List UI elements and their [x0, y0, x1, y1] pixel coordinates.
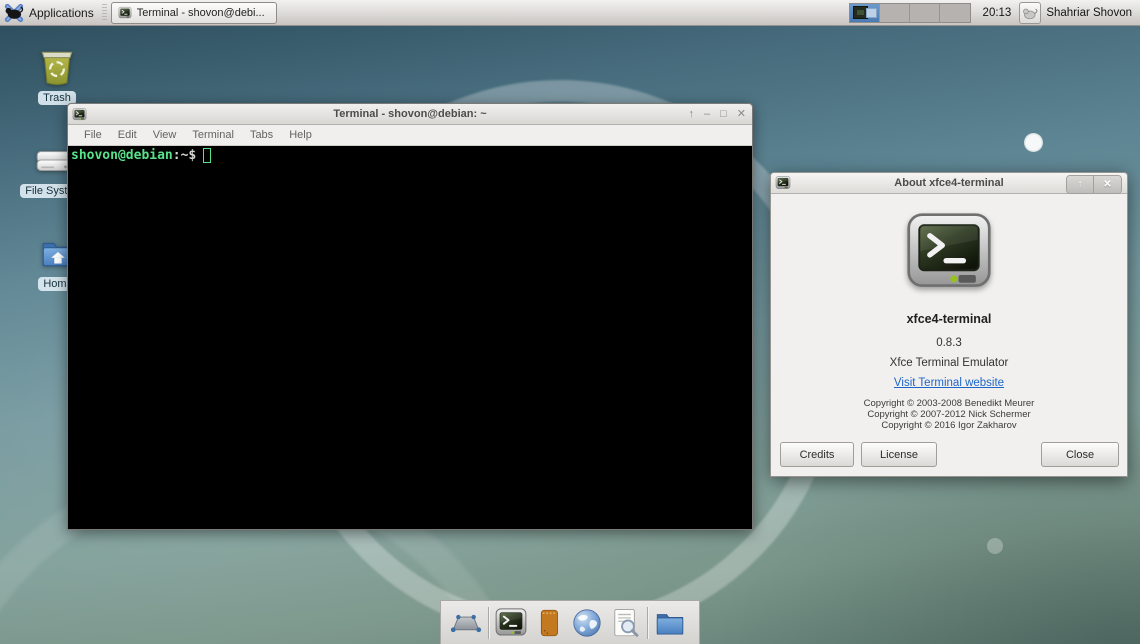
close-icon[interactable]: ✕	[1094, 176, 1121, 193]
terminal-window: Terminal - shovon@debian: ~ ↑ – □ ✕ File…	[67, 103, 753, 530]
user-name-label[interactable]: Shahriar Shovon	[1046, 7, 1132, 19]
show-desktop-icon	[449, 606, 483, 640]
xfce-mouse-logo-icon	[4, 3, 24, 23]
wallpaper-dot	[987, 538, 1003, 554]
terminal-titlebar[interactable]: Terminal - shovon@debian: ~ ↑ – □ ✕	[68, 104, 752, 125]
terminal-launcher[interactable]	[492, 604, 530, 642]
prompt-dollar: $	[188, 148, 196, 163]
trash-icon	[36, 46, 78, 88]
workspace-2[interactable]	[880, 4, 910, 22]
about-dialog-body: xfce4-terminal 0.8.3 Xfce Terminal Emula…	[771, 195, 1127, 476]
shell-prompt: shovon@debian:~$	[71, 148, 749, 163]
terminal-window-title: Terminal - shovon@debian: ~	[68, 108, 752, 120]
about-dialog-titlebar[interactable]: About xfce4-terminal ↑ ✕	[771, 173, 1127, 194]
application-finder-launcher[interactable]	[606, 604, 644, 642]
workspace-3[interactable]	[910, 4, 940, 22]
user-mouse-icon	[1022, 5, 1039, 22]
wallpaper-dot	[1024, 133, 1043, 152]
taskbar-terminal-button[interactable]: Terminal - shovon@debi...	[111, 2, 277, 24]
prompt-user-host: shovon@debian	[71, 148, 173, 163]
terminal-menubar: File Edit View Terminal Tabs Help	[68, 125, 752, 146]
taskbar-button-label: Terminal - shovon@debi...	[137, 7, 265, 19]
top-panel: Applications Terminal - shovon@debi... 2…	[0, 0, 1140, 26]
prompt-colon: :	[173, 148, 181, 163]
applications-menu-label: Applications	[29, 6, 94, 20]
terminal-cursor	[203, 148, 211, 163]
dock-separator	[488, 607, 489, 639]
user-action-button[interactable]	[1019, 2, 1041, 24]
terminal-icon	[118, 6, 132, 20]
workspace-1-active[interactable]	[850, 4, 880, 22]
dock-separator	[647, 607, 648, 639]
menu-view[interactable]: View	[145, 129, 185, 141]
web-browser-globe-icon	[570, 606, 604, 640]
show-desktop-button[interactable]	[447, 604, 485, 642]
menu-terminal[interactable]: Terminal	[184, 129, 242, 141]
xfce4-terminal-app-icon	[903, 207, 995, 304]
copyright-line: Copyright © 2016 Igor Zakharov	[771, 420, 1127, 431]
menu-edit[interactable]: Edit	[110, 129, 145, 141]
terminal-content[interactable]: shovon@debian:~$	[68, 146, 752, 529]
desktop-screen: Trash File System Home Terminal - shovon…	[0, 0, 1140, 644]
menu-help[interactable]: Help	[281, 129, 320, 141]
app-version: 0.8.3	[771, 337, 1127, 349]
file-case-launcher[interactable]	[530, 604, 568, 642]
close-button[interactable]: Close	[1041, 442, 1119, 467]
workspace-switcher	[849, 3, 971, 23]
about-dialog: About xfce4-terminal ↑ ✕ xfce4-terminal …	[770, 172, 1128, 477]
menu-file[interactable]: File	[76, 129, 110, 141]
prompt-path: ~	[181, 148, 189, 163]
file-manager-folder-icon	[653, 606, 687, 640]
panel-clock[interactable]: 20:13	[983, 7, 1012, 19]
terminal-emulator-icon	[494, 606, 528, 640]
application-finder-icon	[608, 606, 642, 640]
copyright-line: Copyright © 2003-2008 Benedikt Meurer	[771, 398, 1127, 409]
copyright-line: Copyright © 2007-2012 Nick Schermer	[771, 409, 1127, 420]
license-button[interactable]: License	[861, 442, 937, 467]
copyright-lines: Copyright © 2003-2008 Benedikt Meurer Co…	[771, 398, 1127, 431]
panel-grip-handle[interactable]	[102, 4, 107, 22]
file-case-icon	[532, 606, 566, 640]
close-button[interactable]: ✕	[737, 104, 746, 125]
applications-menu-button[interactable]: Applications	[0, 0, 102, 25]
dock-launcher-bar	[440, 600, 700, 644]
website-link[interactable]: Visit Terminal website	[894, 377, 1004, 389]
menu-tabs[interactable]: Tabs	[242, 129, 281, 141]
desktop-icon-trash[interactable]: Trash	[18, 46, 96, 105]
web-browser-launcher[interactable]	[568, 604, 606, 642]
file-manager-launcher[interactable]	[651, 604, 689, 642]
workspace-4[interactable]	[940, 4, 970, 22]
shade-button[interactable]: ↑	[689, 104, 695, 125]
app-name: xfce4-terminal	[771, 312, 1127, 326]
credits-button[interactable]: Credits	[780, 442, 854, 467]
shade-button[interactable]: ↑	[1067, 176, 1094, 193]
minimize-button[interactable]: –	[704, 104, 710, 125]
app-description: Xfce Terminal Emulator	[771, 357, 1127, 369]
workspace-mini-dialog-window	[866, 8, 877, 18]
maximize-button[interactable]: □	[720, 104, 727, 125]
